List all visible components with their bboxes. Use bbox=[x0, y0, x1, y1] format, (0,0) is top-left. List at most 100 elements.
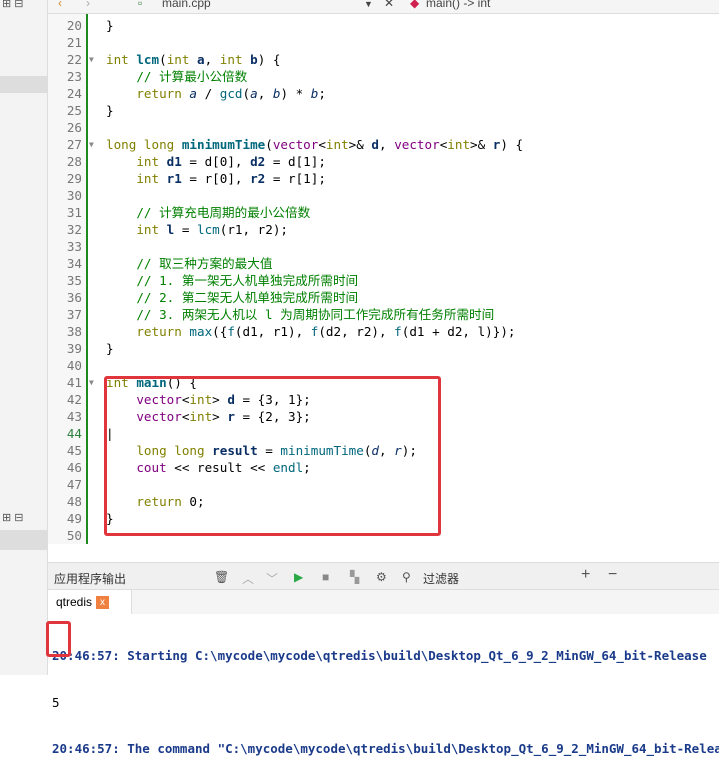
code-token: return bbox=[106, 86, 190, 101]
line-number: 47 bbox=[66, 477, 82, 492]
code-token: ( bbox=[265, 137, 273, 152]
line-number: 39 bbox=[66, 341, 82, 356]
file-name[interactable]: main.cpp bbox=[162, 0, 211, 10]
code-token: = d[0], bbox=[181, 154, 251, 169]
fold-icon[interactable]: ▼ bbox=[89, 51, 94, 68]
code-token: int bbox=[106, 154, 167, 169]
code-token: long long bbox=[106, 137, 182, 152]
symbol-icon: ◆ bbox=[410, 0, 420, 10]
code-token: // 计算充电周期的最小公倍数 bbox=[106, 205, 311, 220]
line-number: 34 bbox=[66, 256, 82, 271]
code-token: r2 bbox=[250, 171, 266, 186]
output-tabs: qtredis x bbox=[48, 590, 719, 614]
code-line[interactable]: 24 return a / gcd(a, b) * b; bbox=[48, 85, 523, 102]
code-token: return bbox=[106, 324, 190, 339]
code-token: lcm bbox=[136, 52, 160, 67]
code-line[interactable]: 33 bbox=[48, 238, 523, 255]
line-number: 40 bbox=[66, 358, 82, 373]
code-token: } bbox=[106, 341, 114, 356]
code-token: int bbox=[106, 222, 167, 237]
expand-icon[interactable]: ⊞ ⊟ bbox=[2, 0, 24, 10]
line-number: 25 bbox=[66, 103, 82, 118]
line-number: 49 bbox=[66, 511, 82, 526]
code-token: (d1, r1), bbox=[234, 324, 311, 339]
highlight-box-main bbox=[104, 376, 441, 536]
code-token: lcm bbox=[197, 222, 220, 237]
code-token: int bbox=[447, 137, 471, 152]
code-token: // 计算最小公倍数 bbox=[106, 69, 248, 84]
tab-qtredis[interactable]: qtredis x bbox=[48, 590, 132, 614]
fold-icon[interactable]: ▼ bbox=[89, 374, 94, 391]
code-line[interactable]: 31 // 计算充电周期的最小公倍数 bbox=[48, 204, 523, 221]
code-line[interactable]: 21 bbox=[48, 34, 523, 51]
collapse-icon[interactable]: ⊞ ⊟ bbox=[2, 511, 24, 524]
line-number: 41 bbox=[66, 375, 82, 390]
code-line[interactable]: 30 bbox=[48, 187, 523, 204]
forward-icon[interactable]: › bbox=[86, 0, 90, 10]
code-line[interactable]: 25} bbox=[48, 102, 523, 119]
close-tab-icon[interactable]: x bbox=[96, 596, 110, 610]
line-number: 28 bbox=[66, 154, 82, 169]
code-line[interactable]: 34 // 取三种方案的最大值 bbox=[48, 255, 523, 272]
code-line[interactable]: 28 int d1 = d[0], d2 = d[1]; bbox=[48, 153, 523, 170]
file-dropdown-icon[interactable]: ▼ bbox=[364, 0, 373, 9]
sidebar-selected-item[interactable] bbox=[0, 76, 48, 93]
code-line[interactable]: 27 ▼ long long minimumTime(vector<int>& d,… bbox=[48, 136, 523, 153]
code-token: ( bbox=[159, 52, 167, 67]
editor-toolbar: ‹ › ▫ main.cpp ▼ ✕ ◆ main() -> int bbox=[48, 0, 719, 14]
code-line[interactable]: 40 bbox=[48, 357, 523, 374]
clear-icon[interactable]: 🗑 bbox=[214, 570, 229, 584]
code-token: max bbox=[189, 324, 213, 339]
settings-icon[interactable]: ⚙ bbox=[376, 570, 387, 584]
code-line[interactable]: 20} bbox=[48, 17, 523, 34]
code-line[interactable]: 38 return max({f(d1, r1), f(d2, r2), f(d… bbox=[48, 323, 523, 340]
line-number: 27 bbox=[66, 137, 82, 152]
code-token: / bbox=[197, 86, 220, 101]
output-panel-title: 应用程序输出 bbox=[54, 572, 127, 586]
line-number: 22 bbox=[66, 52, 82, 67]
filter-input[interactable]: 过滤器 bbox=[423, 570, 459, 587]
run-icon[interactable]: ▶ bbox=[294, 570, 303, 584]
code-line[interactable]: 37 // 3. 两架无人机以 l 为周期协同工作完成所有任务所需时间 bbox=[48, 306, 523, 323]
output-line: 20:46:57: Starting C:\mycode\mycode\qtre… bbox=[52, 648, 707, 663]
code-token: gcd bbox=[219, 86, 243, 101]
up-icon[interactable]: ︿ bbox=[242, 570, 254, 587]
line-number: 42 bbox=[66, 392, 82, 407]
code-token: ) { bbox=[500, 137, 524, 152]
code-token: = r[1]; bbox=[265, 171, 326, 186]
code-line[interactable]: 36 // 2. 第二架无人机单独完成所需时间 bbox=[48, 289, 523, 306]
code-line[interactable]: 35 // 1. 第一架无人机单独完成所需时间 bbox=[48, 272, 523, 289]
code-token: // 3. 两架无人机以 l 为周期协同工作完成所有任务所需时间 bbox=[106, 307, 495, 322]
code-token: d bbox=[371, 137, 380, 152]
line-number: 33 bbox=[66, 239, 82, 254]
line-number: 20 bbox=[66, 18, 82, 33]
close-file-icon[interactable]: ✕ bbox=[384, 0, 394, 10]
code-line[interactable]: 32 int l = lcm(r1, r2); bbox=[48, 221, 523, 238]
code-token: (d1 + d2, l)}); bbox=[401, 324, 516, 339]
code-line[interactable]: 22 ▼ int lcm(int a, int b) { bbox=[48, 51, 523, 68]
code-line[interactable]: 39} bbox=[48, 340, 523, 357]
down-icon[interactable]: ﹀ bbox=[266, 570, 278, 587]
zoom-in-icon[interactable]: + bbox=[581, 566, 590, 584]
line-number: 26 bbox=[66, 120, 82, 135]
code-token: ) * bbox=[280, 86, 311, 101]
code-line[interactable]: 26 bbox=[48, 119, 523, 136]
code-token: int bbox=[106, 171, 167, 186]
code-token: // 2. 第二架无人机单独完成所需时间 bbox=[106, 290, 359, 305]
fold-icon[interactable]: ▼ bbox=[89, 136, 94, 153]
symbol-selector[interactable]: main() -> int bbox=[426, 0, 490, 10]
zoom-out-icon[interactable]: − bbox=[608, 566, 617, 584]
back-icon[interactable]: ‹ bbox=[58, 0, 62, 10]
stop-icon[interactable]: ■ bbox=[322, 570, 329, 584]
sidebar-selected-item-2[interactable] bbox=[0, 530, 48, 550]
line-number: 48 bbox=[66, 494, 82, 509]
code-line[interactable]: 29 int r1 = r[0], r2 = r[1]; bbox=[48, 170, 523, 187]
code-token: >& bbox=[348, 137, 372, 152]
attach-debugger-icon[interactable]: ▚ bbox=[350, 570, 359, 584]
highlight-box-result bbox=[46, 621, 71, 657]
code-line[interactable]: 23 // 计算最小公倍数 bbox=[48, 68, 523, 85]
code-token: = r[0], bbox=[181, 171, 251, 186]
code-token: f bbox=[227, 324, 235, 339]
code-token: int bbox=[219, 52, 251, 67]
line-number: 44 bbox=[66, 426, 82, 441]
